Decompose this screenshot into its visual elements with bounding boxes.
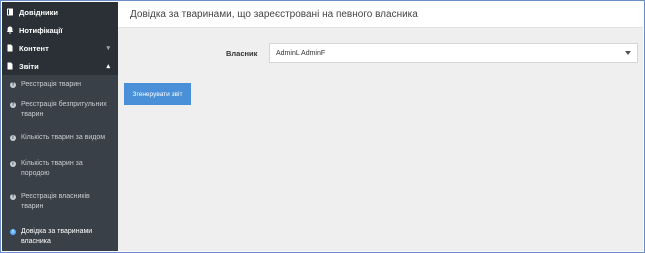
question-circle-icon: ? [10,194,16,200]
sidebar-item-label: Довідники [19,7,58,17]
sidebar-item-directories[interactable]: Довідники [2,3,118,21]
generate-report-button[interactable]: Згенерувати звіт [124,83,191,105]
sidebar-item-reports[interactable]: Звіти ▴ [2,57,118,75]
file-icon [5,44,14,53]
reports-submenu: ? Реєстрація тварин ? Реєстрація безприт… [2,75,118,251]
window-frame: Довідники Нотифікації Контент ▾ Звіти ▴ … [0,0,645,253]
sidebar-item-notifications[interactable]: Нотифікації [2,21,118,39]
sidebar-item-label: Нотифікації [19,25,63,35]
submenu-item-owner-registration[interactable]: ? Реєстрація власників тварин [2,189,118,223]
submenu-item-stray-registration[interactable]: ? Реєстрація безпритульних тварин [2,97,118,133]
info-circle-icon: i [10,161,16,167]
submenu-item-animal-registration[interactable]: ? Реєстрація тварин [2,77,118,97]
info-circle-icon: i [10,229,16,235]
owner-label: Власник [226,48,258,58]
submenu-item-label: Реєстрація власників тварин [21,193,90,210]
info-circle-icon: i [10,135,16,141]
owner-select-value: AdminL AdminF [276,49,326,57]
chevron-down-icon: ▾ [106,45,110,52]
submenu-item-label: Кількість тварин за породою [21,160,83,177]
book-icon [5,8,14,17]
sidebar-item-label: Контент [19,43,49,53]
submenu-item-owner-animals-report[interactable]: i Довідка за тваринами власника [2,223,118,251]
bell-icon [5,26,14,35]
caret-down-icon [625,51,631,55]
sidebar-item-label: Звіти [19,61,39,71]
submenu-item-label: Реєстрація безпритульних тварин [21,101,107,118]
submenu-item-count-by-breed[interactable]: i Кількість тварин за породою [2,155,118,189]
file-icon [5,62,14,71]
chevron-up-icon: ▴ [106,63,110,70]
main-content: Довідка за тваринами, що зареєстровані н… [118,2,643,251]
question-circle-icon: ? [10,82,16,88]
sidebar: Довідники Нотифікації Контент ▾ Звіти ▴ … [2,2,118,251]
owner-field-row: Власник AdminL AdminF [226,43,638,63]
page-title: Довідка за тваринами, що зареєстровані н… [130,9,418,20]
submenu-item-label: Реєстрація тварин [21,81,82,88]
question-circle-icon: ? [10,102,16,108]
submenu-item-label: Кількість тварин за видом [21,134,106,141]
sidebar-item-content[interactable]: Контент ▾ [2,39,118,57]
submenu-item-label: Довідка за тваринами власника [21,228,93,245]
submenu-item-count-by-species[interactable]: i Кількість тварин за видом [2,133,118,155]
page-header: Довідка за тваринами, що зареєстровані н… [118,2,643,28]
owner-select[interactable]: AdminL AdminF [269,43,638,63]
